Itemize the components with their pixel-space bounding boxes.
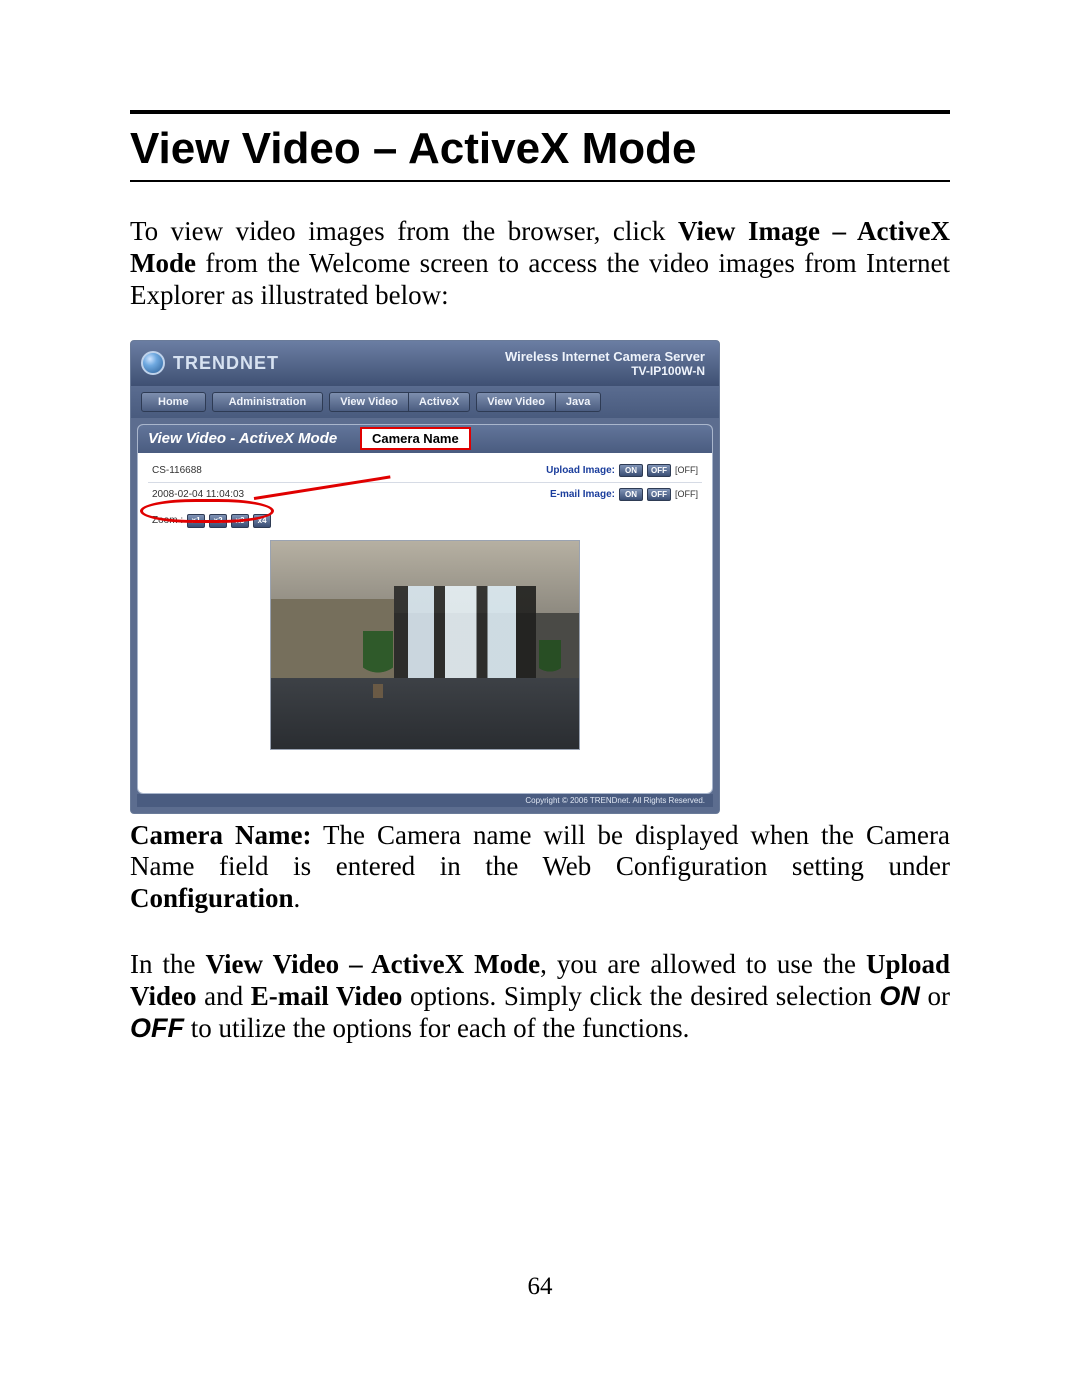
brand: TRENDNET — [141, 351, 279, 375]
upload-off-button[interactable]: OFF — [647, 464, 671, 477]
zoom-x2-button[interactable]: x2 — [209, 514, 227, 528]
text-bold: Configuration — [130, 883, 294, 913]
zoom-x1-button[interactable]: x1 — [187, 514, 205, 528]
content-panel: View Video - ActiveX Mode Camera Name CS… — [137, 424, 713, 794]
text: or — [920, 981, 950, 1011]
nav-view-java[interactable]: View Video Java — [476, 392, 601, 412]
screenshot-panel: TRENDNET Wireless Internet Camera Server… — [130, 340, 720, 814]
rule-top — [130, 110, 950, 114]
nav-view-activex[interactable]: View Video ActiveX — [329, 392, 470, 412]
text-bold-italic: OFF — [130, 1013, 184, 1043]
model-line: TV-IP100W-N — [505, 364, 705, 378]
options-paragraph: In the View Video – ActiveX Mode, you ar… — [130, 949, 950, 1045]
nav-view-java-a: View Video — [477, 393, 555, 411]
camera-name-paragraph: Camera Name: The Camera name will be dis… — [130, 820, 950, 916]
email-state: [OFF] — [675, 489, 698, 499]
text: , you are allowed to use the — [540, 949, 866, 979]
panel-title-text: View Video - ActiveX Mode — [148, 430, 337, 447]
text-bold: E-mail Video — [251, 981, 403, 1011]
upload-image-group: Upload Image: ON OFF [OFF] — [546, 464, 698, 477]
header-right: Wireless Internet Camera Server TV-IP100… — [505, 349, 705, 378]
upload-state: [OFF] — [675, 465, 698, 475]
text-bold: Camera Name: — [130, 820, 311, 850]
zoom-row: Zoom : x1 x2 x3 x4 — [148, 506, 702, 534]
brand-logo-icon — [141, 351, 165, 375]
camera-name-value: CS-116688 — [152, 465, 312, 476]
video-frame — [270, 540, 580, 750]
text: . — [294, 883, 301, 913]
upload-image-label: Upload Image: — [546, 465, 615, 476]
page-number: 64 — [0, 1273, 1080, 1301]
text: In the — [130, 949, 206, 979]
email-off-button[interactable]: OFF — [647, 488, 671, 501]
text: and — [197, 981, 251, 1011]
intro-paragraph: To view video images from the browser, c… — [130, 216, 950, 312]
nav-view-java-b: Java — [555, 393, 600, 411]
zoom-label: Zoom : — [152, 515, 183, 526]
email-image-group: E-mail Image: ON OFF [OFF] — [550, 488, 698, 501]
panel-title: View Video - ActiveX Mode Camera Name — [138, 425, 712, 453]
nav-view-activex-a: View Video — [330, 393, 408, 411]
nav-admin[interactable]: Administration — [212, 392, 324, 412]
nav-bar: Home Administration View Video ActiveX V… — [131, 386, 719, 418]
text: options. Simply click the desired select… — [402, 981, 879, 1011]
text: to utilize the options for each of the f… — [184, 1013, 689, 1043]
app-header: TRENDNET Wireless Internet Camera Server… — [131, 341, 719, 386]
nav-view-activex-b: ActiveX — [408, 393, 469, 411]
video-bg-plant — [539, 640, 561, 682]
brand-text: TRENDNET — [173, 353, 279, 374]
email-image-label: E-mail Image: — [550, 489, 615, 500]
product-line: Wireless Internet Camera Server — [505, 349, 705, 364]
video-bg-floor — [271, 678, 579, 749]
nav-home[interactable]: Home — [141, 392, 206, 412]
text: from the Welcome screen to access the vi… — [130, 248, 950, 310]
copyright-bar: Copyright © 2006 TRENDnet. All Rights Re… — [137, 794, 713, 807]
video-bg-doors — [394, 586, 536, 682]
zoom-x3-button[interactable]: x3 — [231, 514, 249, 528]
text-bold: View Video – ActiveX Mode — [206, 949, 541, 979]
upload-on-button[interactable]: ON — [619, 464, 643, 477]
timestamp-value: 2008-02-04 11:04:03 — [152, 489, 312, 500]
email-on-button[interactable]: ON — [619, 488, 643, 501]
rule-bottom — [130, 180, 950, 182]
text: To view video images from the browser, c… — [130, 216, 678, 246]
callout-camera-name: Camera Name — [360, 427, 471, 450]
video-bg-plant — [363, 631, 393, 686]
text-bold-italic: ON — [879, 981, 920, 1011]
zoom-x4-button[interactable]: x4 — [253, 514, 271, 528]
page-title: View Video – ActiveX Mode — [130, 124, 950, 174]
